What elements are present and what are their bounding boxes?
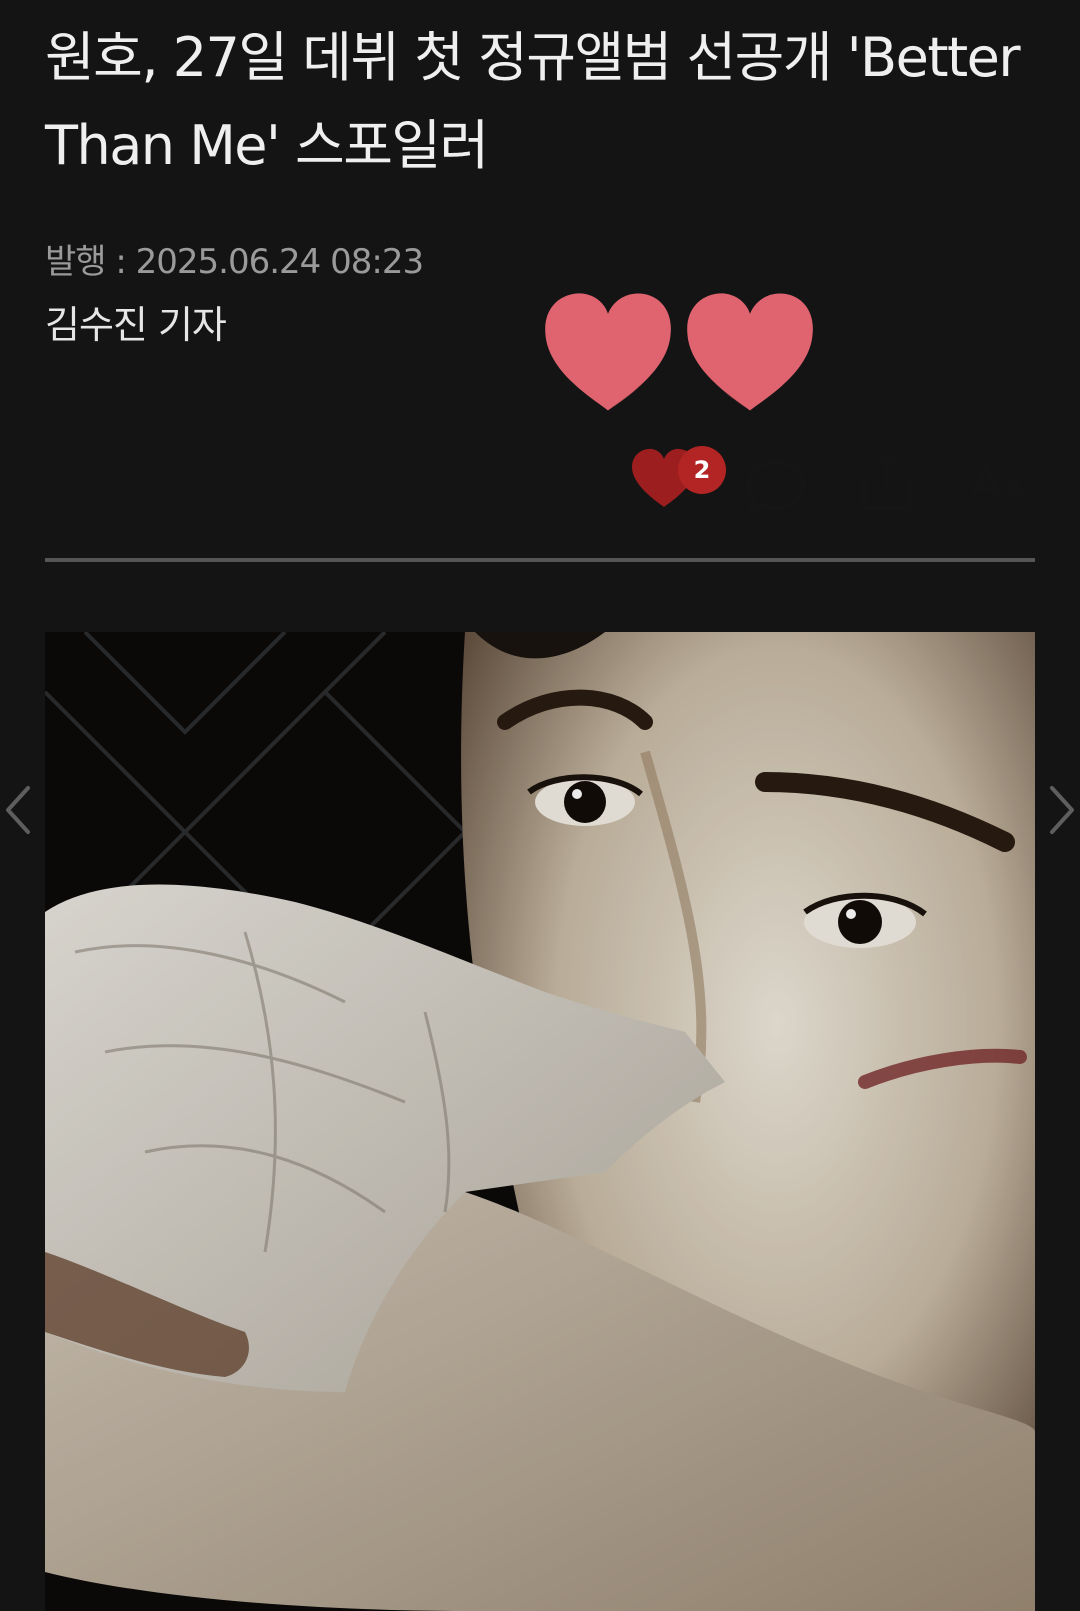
- carousel-next-button[interactable]: [1044, 780, 1080, 840]
- comment-button[interactable]: [744, 457, 808, 517]
- article-headline: 원호, 27일 데뷔 첫 정규앨범 선공개 'Better Than Me' 스…: [45, 26, 1021, 177]
- comment-icon: [746, 459, 806, 516]
- chevron-right-icon: [1050, 786, 1074, 834]
- publish-date: 발행 : 2025.06.24 08:23: [45, 242, 424, 282]
- photo-portrait: [45, 632, 1035, 1611]
- like-button[interactable]: 2: [630, 446, 726, 511]
- header-divider: [45, 558, 1035, 562]
- reporter-name: 김수진 기자: [45, 303, 227, 347]
- like-count-badge: 2: [678, 446, 726, 494]
- carousel-prev-button[interactable]: [0, 780, 36, 840]
- font-size-button[interactable]: [968, 463, 1032, 503]
- heart-icon: [545, 293, 671, 411]
- article-photo[interactable]: [45, 632, 1035, 1611]
- article-toolbar: 2: [620, 425, 1040, 517]
- chevron-left-icon: [6, 786, 30, 834]
- share-icon: [861, 452, 913, 511]
- share-button[interactable]: [858, 451, 916, 513]
- floating-hearts-animation: [540, 288, 820, 418]
- heart-icon: [687, 293, 813, 411]
- font-size-icon: [969, 464, 1026, 501]
